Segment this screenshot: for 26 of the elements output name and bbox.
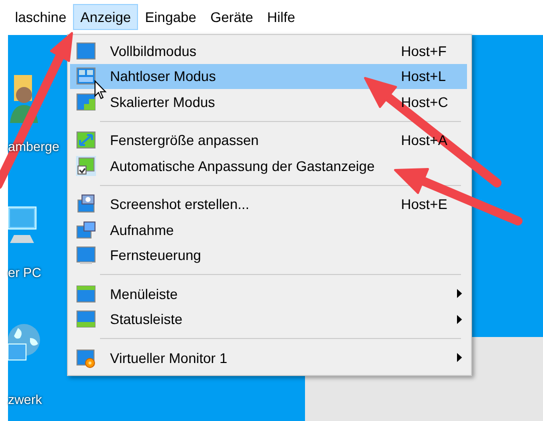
menubar-icon xyxy=(76,284,96,304)
monitor-icon xyxy=(76,245,96,266)
menu-bar-item[interactable]: Eingabe xyxy=(138,4,204,30)
camera-icon xyxy=(76,194,96,214)
scaled-monitor-icon xyxy=(76,92,96,112)
menu-item[interactable]: Vollbildmodus Host+F xyxy=(70,38,467,64)
menu-bar-item[interactable]: Anzeige xyxy=(73,4,138,30)
mouse-cursor-icon xyxy=(94,80,107,100)
menu-item[interactable]: Automatische Anpassung der Gastanzeige xyxy=(70,153,467,178)
resize-icon xyxy=(76,130,96,150)
menu-bar-item[interactable]: Geräte xyxy=(203,4,260,30)
menu-item[interactable]: Fernsteuerung xyxy=(70,242,467,268)
menu-bar-item[interactable]: Hilfe xyxy=(260,4,302,30)
menu-item[interactable]: Virtueller Monitor 1 xyxy=(70,345,467,370)
split-screen-icon xyxy=(76,66,96,86)
user-icon[interactable] xyxy=(8,75,40,123)
menu-item[interactable]: Aufnahme xyxy=(70,217,467,242)
menu-bar-item[interactable]: laschine xyxy=(8,4,74,30)
menu-item[interactable]: Statusleiste xyxy=(70,306,467,332)
monitor-gear-icon xyxy=(76,348,96,368)
menu-item[interactable]: Screenshot erstellen... Host+E xyxy=(70,192,467,217)
statusbar-icon xyxy=(76,309,96,330)
menu-item[interactable]: Skalierter Modus Host+C xyxy=(70,89,467,114)
menu-item[interactable]: Nahtloser Modus Host+L xyxy=(70,64,467,89)
monitor-icon xyxy=(76,40,96,61)
menu-item[interactable]: Menüleiste xyxy=(70,281,467,306)
